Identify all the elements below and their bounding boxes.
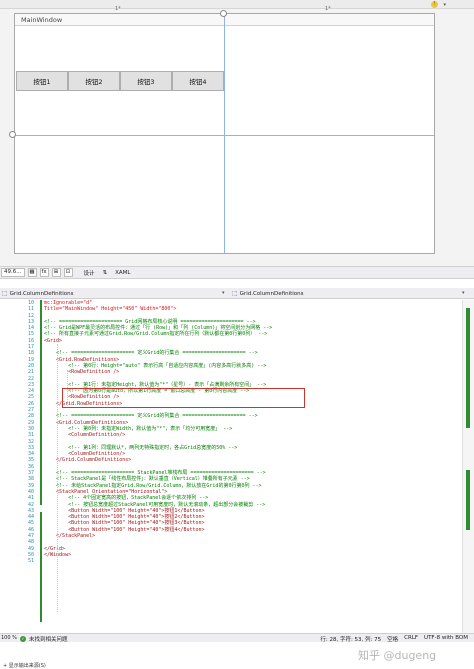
code-text: </Grid> [44, 545, 66, 552]
button-label: 按钮1 [33, 78, 51, 86]
layout-icon[interactable]: ⊡ [63, 268, 73, 277]
element-dropdown-right[interactable]: ⬚ Grid.ColumnDefinitions [232, 290, 304, 297]
highlight-annotation [62, 388, 305, 408]
code-text: <RowDefinition /> [44, 369, 120, 376]
code-text: <!-- ===================== 定义Grid的列集合 ==… [44, 413, 258, 420]
snap-icon[interactable]: ⊞ [51, 268, 61, 277]
code-text: <!-- 按钮总宽度超过StackPanel可用宽度时，默认无滚动条，超出部分会… [44, 501, 266, 508]
element-icon: ⬚ [232, 290, 238, 297]
change-tracking-bar [40, 300, 43, 633]
swap-panes-icon[interactable]: ⇅ [101, 270, 110, 276]
watermark-text: 知乎 @dugeng [358, 649, 437, 662]
designer-view-bar: 49.6... ▦ fx ⊞ ⊡ 设计 ⇅ XAML [0, 266, 474, 279]
grid-icon[interactable]: ▦ [27, 268, 37, 277]
preview-button-4[interactable]: 按钮4 [172, 71, 224, 91]
column-handle[interactable] [220, 10, 227, 17]
button-label: 按钮4 [189, 78, 207, 86]
code-text: <!-- ===================== Grid网格布局核心说明 … [44, 318, 256, 325]
right-crumb: Grid.ColumnDefinitions [239, 290, 304, 297]
column-0-size-label[interactable]: 1* [115, 6, 121, 12]
designer-surface[interactable]: ! ▾ MainWindow 1* 1* 按钮1 按钮2 按钮3 按钮4 [0, 0, 474, 266]
code-text: <Grid> [44, 337, 63, 344]
designer-top-ruler [0, 0, 474, 9]
editor-zoom[interactable]: 100 % [1, 635, 17, 641]
button-label: 按钮3 [137, 78, 155, 86]
lightbulb-icon[interactable]: ! [431, 1, 438, 8]
code-line[interactable]: 51 [28, 558, 454, 564]
changed-lines-marker [40, 512, 42, 622]
code-text: <Button Width="100" Height="40">按钮4</But… [44, 526, 205, 533]
code-text: </StackPanel> [44, 532, 96, 539]
code-text: <!-- 第1行：未指定Height，默认值为"*"（星号）- 表示「占满剩余所… [44, 381, 267, 388]
chevron-down-icon[interactable]: ▾ [443, 2, 446, 8]
xaml-code-editor[interactable]: 10 mc:Ignorable="d" 11 Title="MainWindow" H… [0, 300, 474, 633]
code-text: <!-- 所有直接子元素可通过Grid.Row/Grid.Column指定所在行… [44, 331, 268, 338]
code-text: Title="MainWindow" Height="450" Width="8… [44, 306, 177, 313]
row-divider[interactable] [15, 135, 434, 136]
code-text: <!-- 4个固定宽高的按钮，StackPanel会逐个依次排列 --> [44, 495, 209, 502]
output-strip: + 显示输出来源(S) 知乎 @dugeng [0, 642, 474, 669]
code-text: <!-- 第0列：未指定Width，默认值为"*"，表示「均分可用宽度」 --> [44, 425, 233, 432]
indent-guide [57, 344, 58, 612]
stackpanel-preview: 按钮1 按钮2 按钮3 按钮4 [16, 71, 224, 91]
preview-button-3[interactable]: 按钮3 [120, 71, 172, 91]
preview-button-1[interactable]: 按钮1 [16, 71, 68, 91]
window-preview[interactable]: MainWindow 1* 1* 按钮1 按钮2 按钮3 按钮4 [9, 6, 435, 254]
effects-toggle[interactable]: fx [39, 268, 49, 277]
code-text: mc:Ignorable="d" [44, 300, 93, 306]
preview-button-2[interactable]: 按钮2 [68, 71, 120, 91]
code-text: <!-- 未给StackPanel指定Grid.Row/Grid.Column，… [44, 482, 262, 489]
code-text: <!-- StackPanel是「线性布局控件」：默认垂直（Vertical）堆… [44, 476, 250, 483]
chevron-down-icon[interactable]: ▾ [222, 290, 225, 296]
chevron-down-icon[interactable]: ▾ [462, 290, 465, 296]
scroll-change-marker [466, 308, 470, 428]
element-dropdown-left[interactable]: ⬚ Grid.ColumnDefinitions [2, 290, 74, 297]
code-text: <Button Width="100" Height="40">按钮1</But… [44, 507, 205, 514]
zoom-select[interactable]: 49.6... [1, 268, 25, 277]
tab-design[interactable]: 设计 [82, 269, 97, 277]
code-text: <!-- 第0行：Height="auto" 表示行高「自适应内容高度」(内容多… [44, 362, 267, 369]
changed-lines-marker [40, 300, 42, 505]
element-icon: ⬚ [2, 290, 8, 297]
code-text: <!-- ===================== 定义Grid的行集合 ==… [44, 350, 258, 357]
line-number: 51 [27, 558, 34, 565]
tab-xaml[interactable]: XAML [113, 270, 132, 276]
column-divider[interactable] [224, 14, 225, 253]
status-bar: 100 % ✓ 未找到相关问题 行: 28, 字符: 53, 列: 75 空格 … [0, 633, 474, 643]
code-text: <Button Width="100" Height="40">按钮3</But… [44, 520, 205, 527]
window-title: MainWindow [21, 16, 63, 24]
code-text: <!-- 第1列：同理默认*，两列无特殊指定时，各占Grid总宽度的50% --… [44, 444, 238, 451]
row-handle[interactable] [9, 131, 16, 138]
code-text: <Grid.RowDefinitions> [44, 356, 120, 363]
output-source-label[interactable]: + 显示输出来源(S) [3, 662, 46, 669]
code-text: <StackPanel Orientation="Horizontal"> [44, 488, 168, 495]
editor-navigation-bar: ⬚ Grid.ColumnDefinitions ▾ ⬚ Grid.Column… [0, 288, 474, 299]
code-lines[interactable]: 10 mc:Ignorable="d" 11 Title="MainWindow" H… [28, 300, 454, 564]
button-label: 按钮2 [85, 78, 103, 86]
editor-scrollbar[interactable] [462, 300, 474, 633]
view-tabs: 设计 ⇅ XAML [82, 269, 133, 277]
column-1-size-label[interactable]: 1* [325, 6, 331, 12]
scroll-change-marker [466, 470, 470, 530]
watermark: 知乎 @dugeng [358, 647, 436, 663]
left-crumb: Grid.ColumnDefinitions [9, 290, 74, 297]
